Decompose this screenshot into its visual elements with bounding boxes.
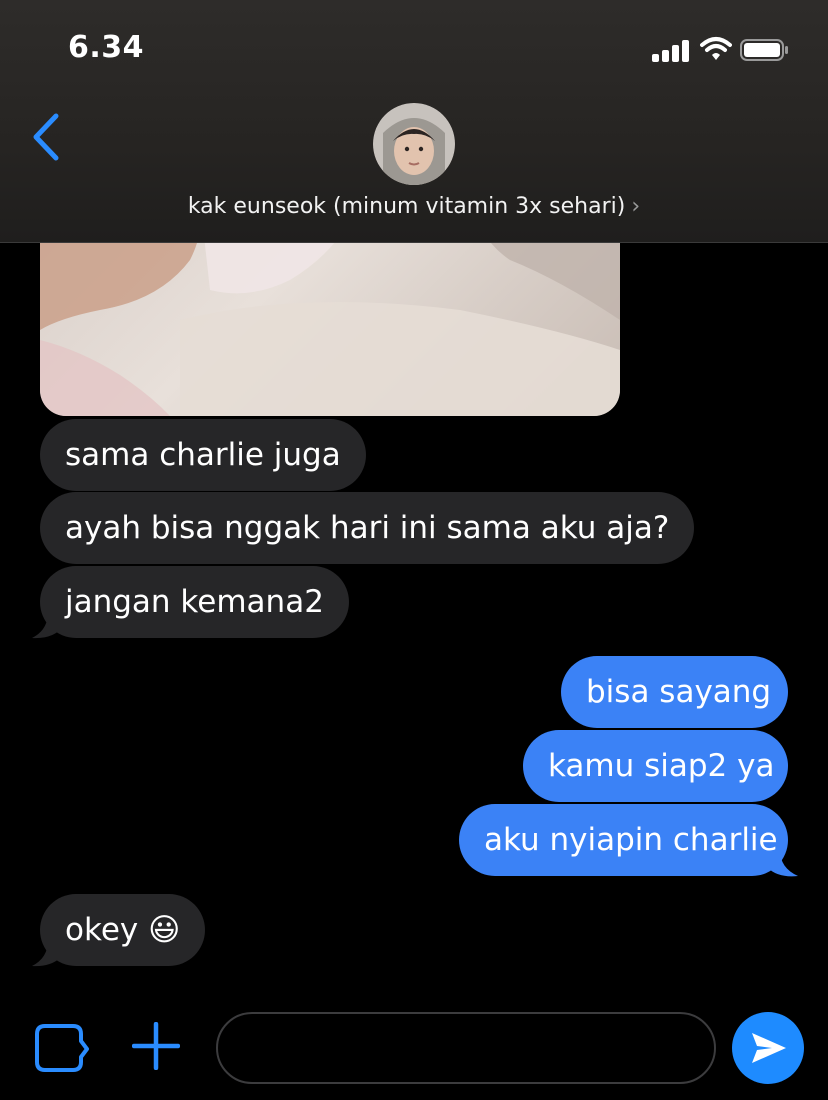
bubble-tail	[768, 850, 798, 877]
contact-name-label: kak eunseok (minum vitamin 3x sehari)	[187, 194, 626, 219]
message-bubble-received[interactable]: okey 😃	[40, 894, 206, 966]
plus-icon[interactable]	[132, 1022, 180, 1070]
message-bubble-received[interactable]: ayah bisa nggak hari ini sama aku aja?	[40, 492, 695, 564]
send-icon	[752, 1033, 786, 1063]
message-bubble-received[interactable]: jangan kemana2	[40, 566, 349, 638]
avatar[interactable]	[373, 103, 455, 185]
send-button[interactable]	[732, 1012, 804, 1084]
message-bubble-sent[interactable]: bisa sayang	[561, 656, 788, 728]
bubble-tail	[32, 940, 60, 967]
contact-name[interactable]: kak eunseok (minum vitamin 3x sehari) ›	[0, 194, 828, 219]
wifi-icon	[700, 37, 732, 60]
camera-icon[interactable]	[33, 1023, 89, 1073]
message-bubble-received[interactable]: sama charlie juga	[40, 419, 366, 491]
chat-header: 6.34 kak eunseok (minum vitamin 3x sehar…	[0, 0, 828, 243]
signal-icon	[652, 40, 692, 62]
battery-icon	[740, 39, 788, 61]
chevron-left-icon[interactable]	[28, 110, 68, 164]
bubble-tail	[32, 612, 60, 639]
message-input[interactable]	[216, 1012, 716, 1084]
chevron-right-icon: ›	[631, 194, 641, 219]
status-time: 6.34	[68, 30, 145, 65]
message-bubble-sent[interactable]: kamu siap2 ya	[523, 730, 788, 802]
message-bubble-sent[interactable]: aku nyiapin charlie	[459, 804, 788, 876]
